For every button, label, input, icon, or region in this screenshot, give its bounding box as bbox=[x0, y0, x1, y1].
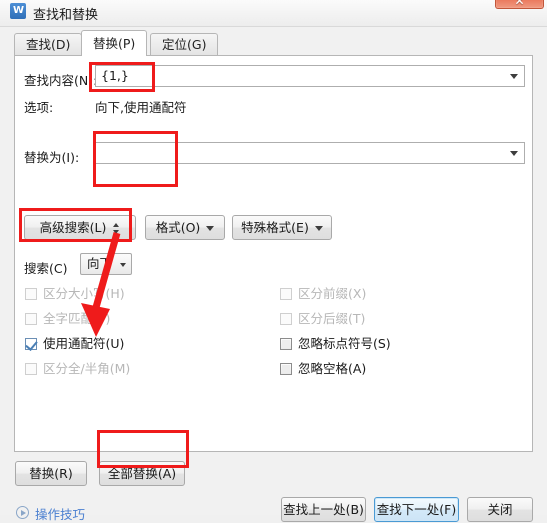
find-what-combobox[interactable]: {1,} bbox=[95, 65, 525, 87]
wps-writer-icon: W bbox=[10, 3, 26, 19]
checkbox-label: 区分全/半角(M) bbox=[43, 361, 131, 376]
replace-panel: 查找内容(N): {1,} 选项: 向下,使用通配符 替换为(I): 高级搜索(… bbox=[14, 55, 533, 452]
format-button[interactable]: 格式(O) bbox=[145, 215, 225, 240]
options-value: 向下,使用通配符 bbox=[95, 100, 187, 115]
checkbox-label: 全字匹配(Y) bbox=[43, 311, 111, 326]
search-direction-combobox[interactable]: 向下 bbox=[80, 253, 132, 275]
dialog-body: 查找(D) 替换(P) 定位(G) 查找内容(N): {1,} 选项: 向下,使… bbox=[0, 26, 547, 522]
search-direction-value: 向下 bbox=[87, 256, 113, 271]
tab-goto[interactable]: 定位(G) bbox=[150, 33, 219, 55]
replace-button-label: 替换(R) bbox=[29, 466, 73, 481]
advanced-search-label: 高级搜索(L) bbox=[39, 220, 107, 235]
chevron-down-icon[interactable] bbox=[510, 151, 518, 156]
find-and-replace-dialog: W 查找和替换 ✕ 查找(D) 替换(P) 定位(G) 查找内容(N): {1,… bbox=[0, 0, 547, 522]
checkbox-box bbox=[25, 313, 37, 325]
tab-find[interactable]: 查找(D) bbox=[14, 33, 83, 55]
checkbox-label: 区分大小写(H) bbox=[43, 286, 125, 301]
special-format-label: 特殊格式(E) bbox=[241, 220, 309, 235]
checkbox-box bbox=[280, 338, 292, 350]
replace-all-button-label: 全部替换(A) bbox=[107, 466, 177, 481]
format-label: 格式(O) bbox=[155, 220, 201, 235]
replace-all-button[interactable]: 全部替换(A) bbox=[99, 461, 185, 486]
chevron-down-icon[interactable] bbox=[510, 74, 518, 79]
replace-with-combobox[interactable] bbox=[95, 142, 525, 164]
checkbox-label: 区分后缀(T) bbox=[298, 311, 366, 326]
find-next-button[interactable]: 查找下一处(F) bbox=[374, 497, 459, 522]
advanced-search-button[interactable]: 高级搜索(L) bbox=[24, 215, 136, 240]
close-button[interactable]: 关闭 bbox=[467, 497, 533, 522]
checkbox-label: 忽略标点符号(S) bbox=[298, 336, 391, 351]
window-close-button[interactable]: ✕ bbox=[495, 0, 544, 9]
dialog-title: 查找和替换 bbox=[33, 8, 99, 23]
check-icon bbox=[25, 338, 38, 351]
tips-label: 操作技巧 bbox=[35, 507, 86, 522]
checkbox-box bbox=[280, 363, 292, 375]
up-down-arrows-icon bbox=[113, 223, 120, 234]
replace-button[interactable]: 替换(R) bbox=[15, 461, 87, 486]
tab-replace[interactable]: 替换(P) bbox=[81, 30, 148, 56]
checkbox-label: 忽略空格(A) bbox=[298, 361, 367, 376]
find-what-input[interactable]: {1,} bbox=[101, 66, 129, 86]
checkbox-label: 使用通配符(U) bbox=[43, 336, 125, 351]
find-what-label: 查找内容(N): bbox=[24, 73, 98, 88]
close-icon: ✕ bbox=[514, 0, 525, 8]
checkbox-box bbox=[280, 288, 292, 300]
options-label: 选项: bbox=[24, 100, 54, 115]
checkbox-box bbox=[25, 288, 37, 300]
checkbox-label: 区分前缀(X) bbox=[298, 286, 367, 301]
chevron-down-icon bbox=[206, 226, 215, 231]
chevron-down-icon bbox=[314, 226, 323, 231]
checkbox-box bbox=[280, 313, 292, 325]
checkbox-box bbox=[25, 363, 37, 375]
title-bar: W 查找和替换 ✕ bbox=[0, 0, 547, 26]
play-circle-icon bbox=[16, 506, 29, 519]
search-direction-label: 搜索(C) bbox=[24, 261, 68, 276]
checkbox-box bbox=[25, 338, 38, 351]
special-format-button[interactable]: 特殊格式(E) bbox=[232, 215, 332, 240]
replace-with-label: 替换为(I): bbox=[24, 150, 80, 165]
find-previous-button[interactable]: 查找上一处(B) bbox=[281, 497, 366, 522]
chevron-down-icon[interactable] bbox=[120, 263, 126, 267]
